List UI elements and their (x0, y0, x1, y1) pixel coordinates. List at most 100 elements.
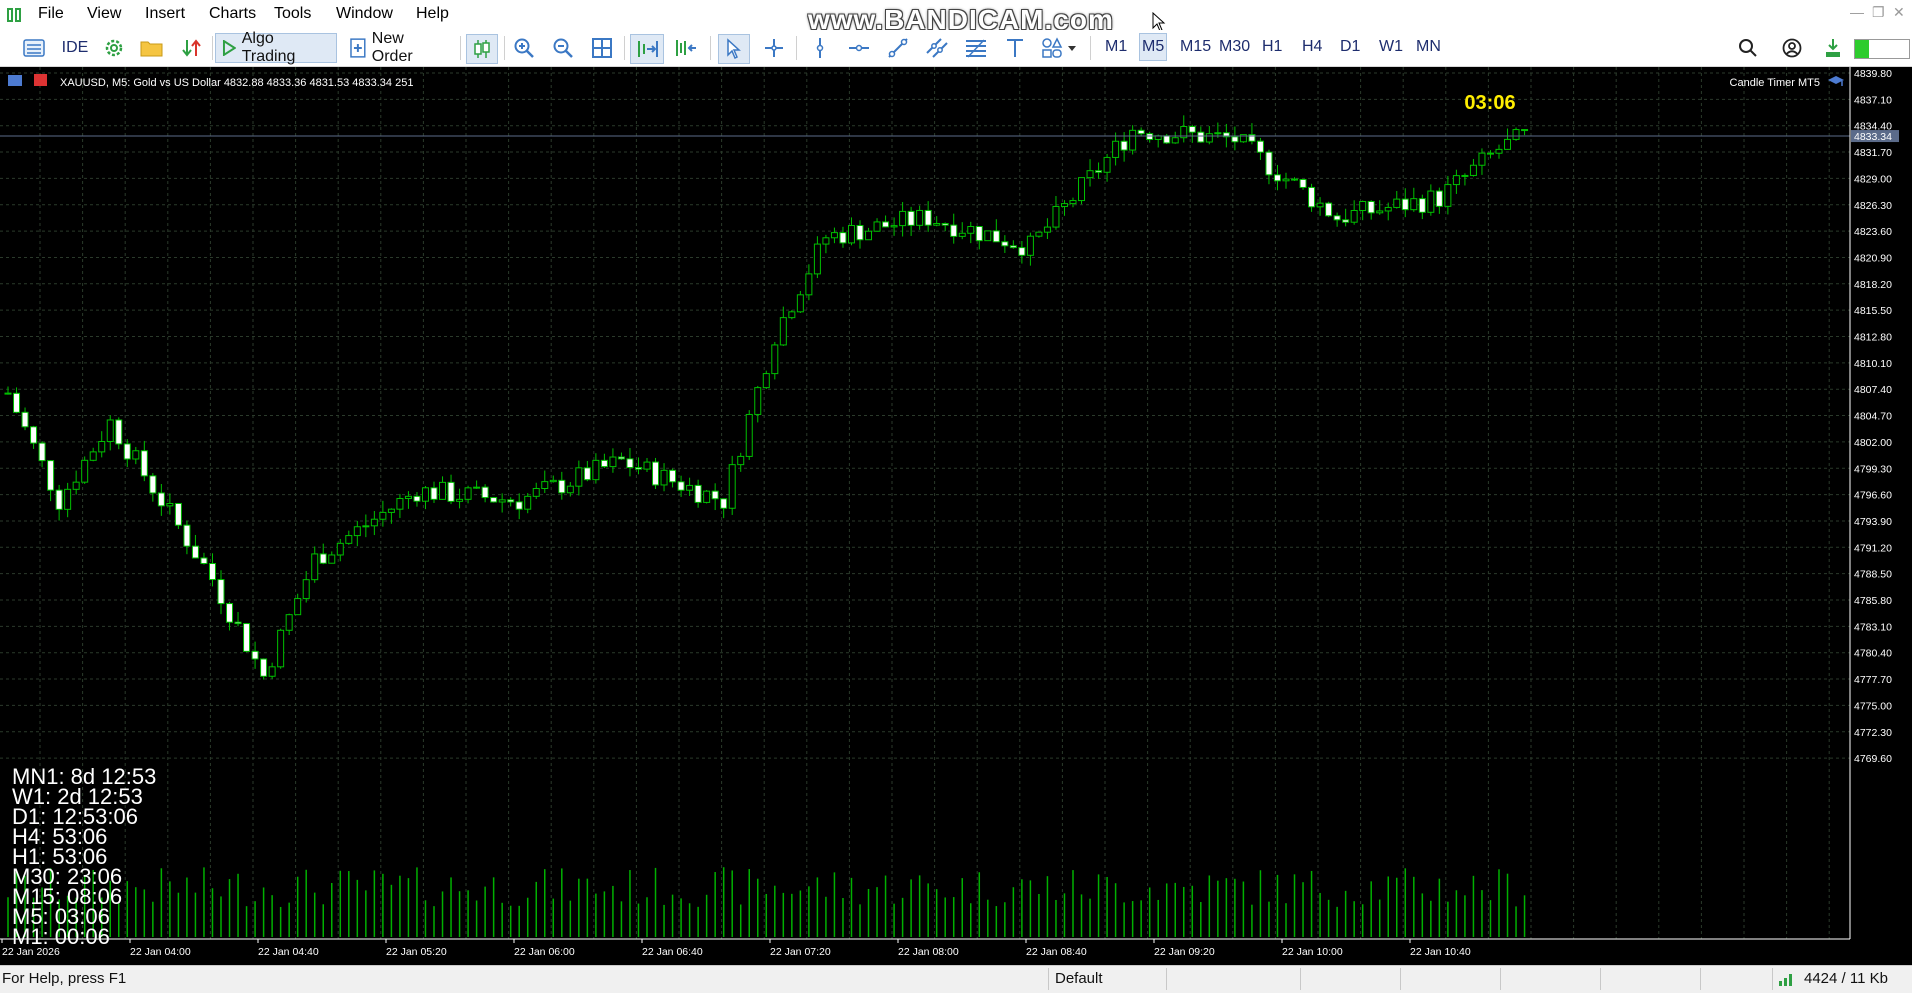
candlestick (1452, 169, 1460, 194)
timeframe-mn[interactable]: MN (1416, 38, 1441, 56)
candle-body (1086, 170, 1094, 179)
candlestick (345, 530, 353, 545)
candle-body (958, 232, 966, 237)
trend-line-button[interactable] (884, 34, 912, 62)
candle-body (720, 498, 728, 509)
candlestick (609, 448, 617, 473)
strategy-tester-button[interactable] (100, 34, 128, 62)
menu-file[interactable]: File (38, 5, 64, 23)
timeframe-h1[interactable]: H1 (1262, 38, 1282, 56)
close-icon[interactable]: ✕ (1893, 4, 1905, 21)
candlestick (771, 341, 779, 380)
candle-body (243, 623, 251, 652)
auto-scroll-button[interactable] (630, 34, 664, 64)
timeframe-w1[interactable]: W1 (1379, 38, 1403, 56)
candlestick (183, 520, 191, 555)
candle-body (430, 487, 438, 500)
candlestick (1078, 177, 1086, 205)
candle-body (1171, 137, 1179, 144)
candlestick (856, 220, 864, 249)
candlestick (473, 480, 481, 489)
candlestick (1308, 183, 1316, 212)
signal-strength-bar (1854, 39, 1910, 59)
candle-body (30, 426, 38, 444)
folder-icon (140, 41, 163, 57)
horizontal-line-button[interactable] (845, 34, 873, 62)
vertical-line-button[interactable] (806, 34, 834, 62)
candlestick (115, 417, 123, 450)
candle-body (1299, 178, 1307, 188)
candle-body (813, 243, 821, 275)
candle-body (609, 456, 617, 468)
candle-body (984, 230, 992, 242)
cursor-tool-button[interactable] (718, 34, 750, 64)
candle-body (924, 209, 932, 226)
timeframe-h4[interactable]: H4 (1302, 38, 1322, 56)
one-click-trading-icon[interactable] (34, 74, 47, 86)
transfer-arrows-icon (182, 39, 201, 57)
status-profile[interactable]: Default (1055, 970, 1103, 987)
chart-window[interactable]: 4839.80 4837.10 4834.40 4831.70 4829.00 4826.… (0, 67, 1912, 965)
new-order-button[interactable]: New Order (344, 30, 454, 65)
zoom-in-button[interactable] (510, 34, 538, 62)
menu-view[interactable]: View (87, 5, 121, 23)
candlestick (447, 474, 455, 505)
candlestick (302, 571, 310, 603)
price-chart[interactable]: 4839.804837.104834.404831.704829.004826.… (0, 67, 1912, 965)
candlestick (30, 425, 38, 449)
candle-body (745, 413, 753, 457)
candle-body (1461, 174, 1469, 177)
candlestick (1129, 125, 1137, 155)
price-axis-label: 4812.80 (1854, 332, 1892, 344)
candle-body (566, 485, 574, 494)
candlesticks-button[interactable] (466, 34, 498, 64)
shapes-dropdown-button[interactable] (1038, 34, 1082, 62)
ide-button[interactable]: IDE (60, 34, 90, 62)
text-tool-button[interactable] (1001, 34, 1029, 62)
candlestick (882, 215, 890, 228)
price-axis-label: 4829.00 (1854, 173, 1892, 185)
market-watch-button[interactable] (20, 34, 48, 62)
candlestick (1095, 162, 1103, 179)
account-button[interactable] (1780, 34, 1804, 62)
minimize-icon[interactable]: — (1850, 4, 1864, 20)
menu-charts[interactable]: Charts (209, 5, 256, 23)
zoom-out-button[interactable] (549, 34, 577, 62)
signals-button[interactable] (178, 34, 206, 62)
candlestick (643, 458, 651, 473)
candlestick (686, 477, 694, 496)
timeframe-m30[interactable]: M30 (1219, 38, 1250, 56)
menu-tools[interactable]: Tools (274, 5, 311, 23)
tile-windows-button[interactable] (588, 34, 616, 62)
price-axis-label: 4815.50 (1854, 305, 1892, 317)
menu-insert[interactable]: Insert (145, 5, 185, 23)
candle-body (123, 443, 131, 460)
candlestick (140, 440, 148, 482)
search-icon (1739, 39, 1757, 57)
candle-body (1393, 198, 1401, 208)
candle-body (805, 273, 813, 296)
timeframe-m5[interactable]: M5 (1139, 33, 1168, 61)
candle-body (456, 498, 464, 502)
candlestick (1367, 200, 1375, 220)
timeframe-d1[interactable]: D1 (1340, 38, 1360, 56)
timeframe-m1[interactable]: M1 (1105, 38, 1127, 56)
candlestick (805, 264, 813, 301)
chart-shift-button[interactable] (670, 34, 702, 62)
fibonacci-button[interactable] (962, 34, 990, 62)
restore-icon[interactable]: ❐ (1872, 4, 1885, 21)
candle-body (251, 650, 259, 660)
timeframe-m15[interactable]: M15 (1180, 38, 1211, 56)
menu-window[interactable]: Window (336, 5, 393, 23)
algo-trading-button[interactable]: Algo Trading (215, 30, 337, 65)
data-folder-button[interactable] (138, 34, 166, 62)
candle-body (396, 498, 404, 510)
candle-body (507, 499, 515, 503)
menu-help[interactable]: Help (416, 5, 449, 23)
candle-body (967, 226, 975, 234)
channel-button[interactable] (923, 34, 951, 62)
chart-menu-icon[interactable] (8, 75, 22, 86)
search-button[interactable] (1736, 34, 1760, 62)
crosshair-tool-button[interactable] (760, 34, 788, 62)
candlestick (1504, 128, 1512, 150)
